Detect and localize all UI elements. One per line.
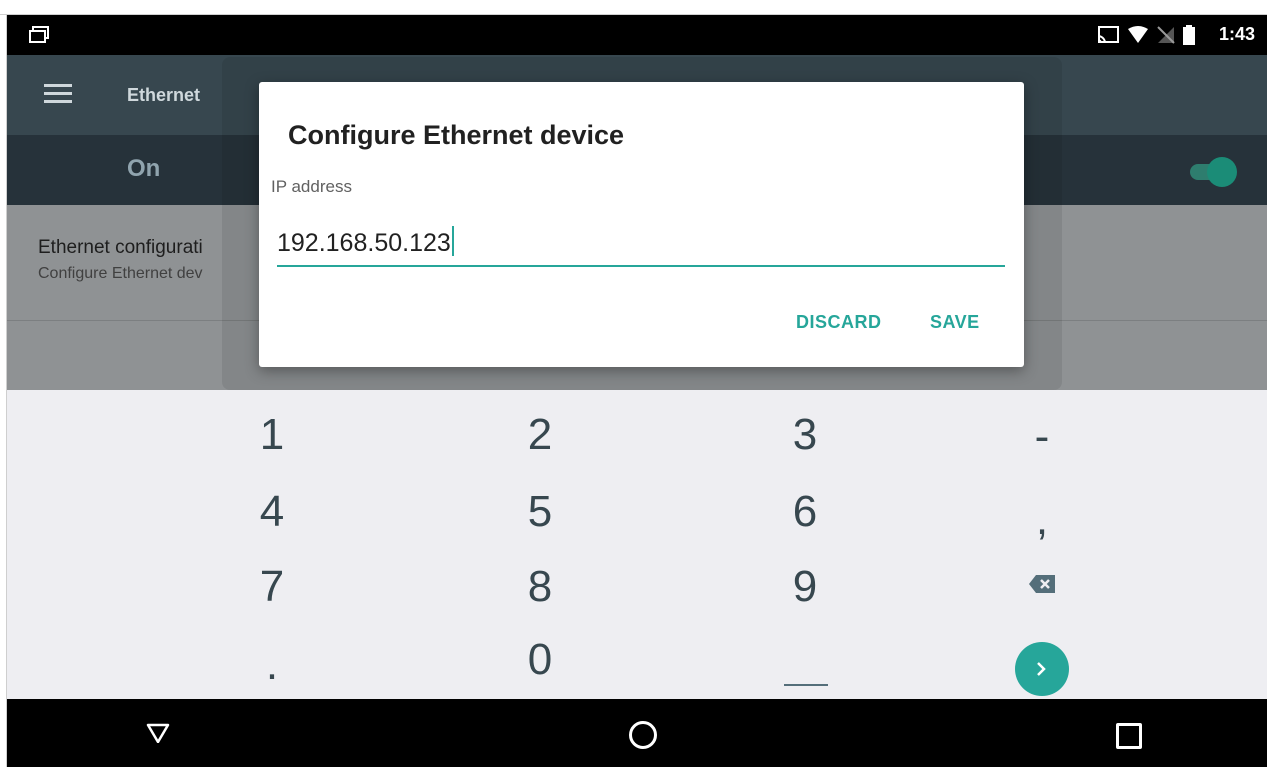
device-screen: 1:43 Ethernet On Ethernet configurati Co… (7, 15, 1267, 767)
app-bar-title: Ethernet (127, 85, 201, 105)
discard-button[interactable]: DISCARD (796, 312, 882, 333)
key-0[interactable]: 0 (480, 625, 600, 695)
switch-label: On (127, 155, 161, 182)
key-comma[interactable]: , (982, 485, 1102, 555)
toggle-thumb[interactable] (1207, 157, 1237, 187)
ip-address-value: 192.168.50.123 (277, 229, 451, 257)
key-4[interactable]: 4 (212, 477, 332, 547)
key-minus[interactable]: - (982, 402, 1102, 472)
numeric-keypad: 1 2 3 - 4 5 6 , 7 8 9 . 0 (7, 390, 1267, 699)
list-item-subtitle: Configure Ethernet dev (38, 265, 203, 282)
wifi-icon (1128, 26, 1148, 43)
text-cursor (451, 226, 454, 256)
key-1[interactable]: 1 (212, 400, 332, 470)
list-item-title[interactable]: Ethernet configurati (38, 237, 203, 259)
back-icon[interactable] (146, 723, 170, 743)
ip-address-input[interactable]: 192.168.50.123 (277, 226, 454, 258)
chevron-right-icon (1037, 662, 1046, 676)
key-5[interactable]: 5 (480, 477, 600, 547)
status-icons (1097, 25, 1195, 45)
hamburger-menu-icon[interactable] (44, 84, 72, 104)
status-time: 1:43 (1218, 24, 1255, 44)
battery-icon (1183, 25, 1195, 45)
space-key[interactable] (784, 684, 828, 686)
navigation-bar (7, 699, 1267, 767)
backspace-icon[interactable] (1028, 574, 1056, 594)
key-6[interactable]: 6 (745, 477, 865, 547)
recents-icon[interactable] (1116, 723, 1142, 749)
key-9[interactable]: 9 (745, 552, 865, 622)
go-button[interactable] (1015, 642, 1069, 696)
key-3[interactable]: 3 (745, 400, 865, 470)
key-period[interactable]: . (212, 630, 332, 700)
save-button[interactable]: SAVE (930, 312, 980, 333)
status-bar: 1:43 (7, 15, 1267, 55)
no-signal-icon (1157, 26, 1175, 44)
key-2[interactable]: 2 (480, 400, 600, 470)
input-underline (277, 265, 1005, 267)
home-icon[interactable] (629, 721, 657, 749)
configure-ethernet-dialog: Configure Ethernet device IP address 192… (259, 82, 1024, 367)
key-7[interactable]: 7 (212, 552, 332, 622)
cast-icon (1097, 26, 1119, 44)
key-8[interactable]: 8 (480, 552, 600, 622)
window-icon (29, 26, 49, 43)
dialog-title: Configure Ethernet device (288, 120, 625, 150)
ip-address-label: IP address (271, 177, 352, 196)
